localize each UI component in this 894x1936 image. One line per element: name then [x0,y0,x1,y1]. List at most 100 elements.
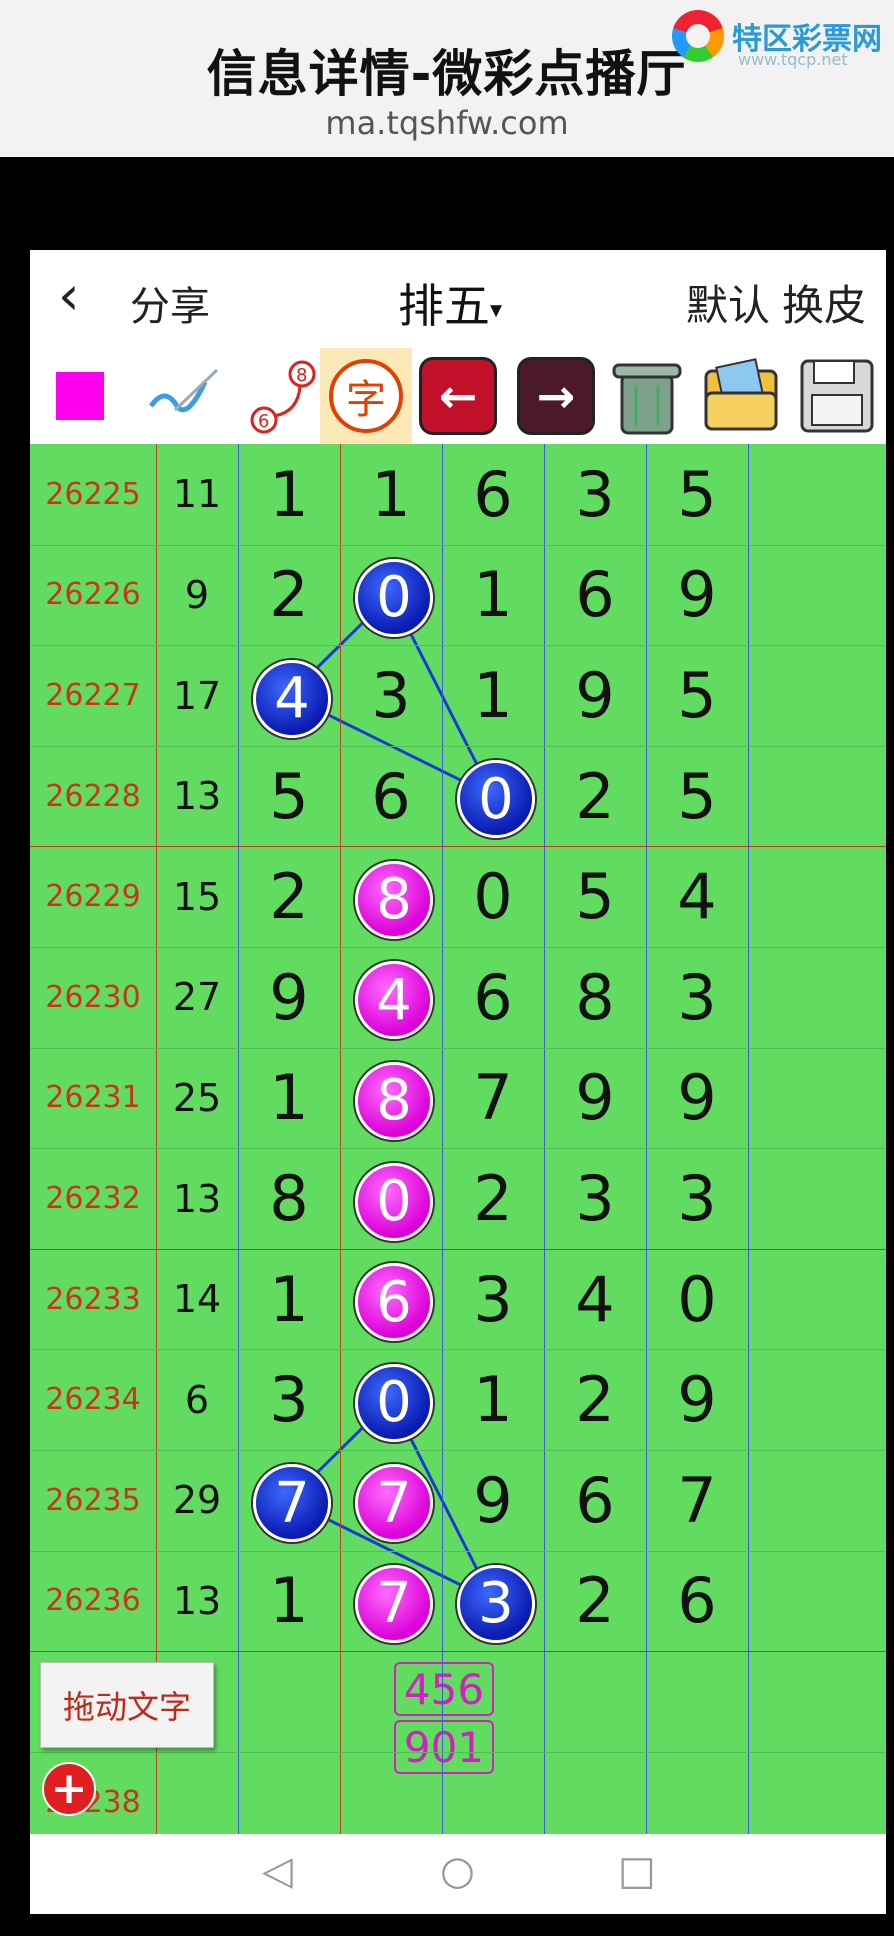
sum-value: 17 [172,673,222,718]
draw-digit[interactable]: 2 [443,1159,543,1239]
photo-folder-icon [704,358,778,431]
grid-row-divider [30,1551,886,1552]
sum-value: 14 [172,1277,222,1322]
highlighted-digit-ball[interactable]: 7 [355,1564,433,1643]
sum-value: 11 [172,472,222,517]
gallery-tool[interactable] [698,354,782,438]
draw-digit[interactable]: 2 [239,857,339,937]
issue-number: 26233 [45,1281,141,1317]
draw-digit[interactable]: 9 [647,555,747,635]
draw-digit[interactable]: 1 [443,1360,543,1440]
change-skin-button[interactable]: 换皮 [782,272,866,333]
draw-digit[interactable]: 5 [545,857,645,937]
pen-tool[interactable] [142,354,226,438]
draw-digit[interactable]: 9 [239,957,339,1037]
draw-digit[interactable]: 9 [443,1460,543,1540]
draw-digit[interactable]: 5 [647,454,747,534]
draw-digit[interactable]: 1 [239,1561,339,1641]
draw-digit[interactable]: 3 [239,1360,339,1440]
draw-digit[interactable]: 2 [545,1561,645,1641]
link-line-tool[interactable]: 68 [240,354,324,438]
highlighted-digit-ball[interactable]: 4 [355,961,433,1040]
draw-digit[interactable]: 0 [647,1259,747,1339]
delete-tool[interactable] [604,354,688,438]
magenta-swatch-icon [56,372,104,420]
add-icon[interactable]: + [42,1762,96,1816]
sum-value: 13 [172,1176,222,1221]
draw-digit[interactable]: 5 [647,756,747,836]
redo-tool[interactable]: → [514,354,598,438]
magenta-color-tool[interactable] [38,354,122,438]
brand-logo: 特区彩票网 www.tqcp.net [672,10,882,70]
draw-digit[interactable]: 4 [545,1259,645,1339]
sum-value: 9 [184,572,210,617]
prediction-box[interactable]: 901 [394,1720,494,1774]
highlighted-digit-ball[interactable]: 3 [457,1564,535,1643]
grid-row-divider [30,746,886,747]
draw-digit[interactable]: 8 [239,1159,339,1239]
draw-digit[interactable]: 3 [341,656,441,736]
draw-digit[interactable]: 6 [545,555,645,635]
draw-digit[interactable]: 1 [239,1058,339,1138]
draw-digit[interactable]: 9 [647,1058,747,1138]
grid-row-divider [30,1148,886,1149]
highlighted-digit-ball[interactable]: 0 [355,1363,433,1442]
pen-icon [148,368,219,413]
draw-digit[interactable]: 1 [239,1259,339,1339]
system-home-icon[interactable]: ○ [440,1848,475,1894]
default-button[interactable]: 默认 [686,272,770,333]
draw-digit[interactable]: 3 [647,1159,747,1239]
system-recent-icon[interactable]: □ [618,1848,656,1894]
trend-chart-grid[interactable]: 456 901 ↑↓ 26225111163526226920169262271… [30,444,886,1834]
grid-row-divider [30,1249,886,1250]
draw-digit[interactable]: 6 [341,756,441,836]
highlighted-digit-ball[interactable]: 6 [355,1263,433,1342]
draw-digit[interactable]: 6 [443,454,543,534]
highlighted-digit-ball[interactable]: 0 [457,760,535,839]
draw-digit[interactable]: 6 [443,957,543,1037]
undo-tool[interactable]: ← [416,354,500,438]
highlighted-digit-ball[interactable]: 8 [355,860,433,939]
draw-digit[interactable]: 6 [647,1561,747,1641]
draw-digit[interactable]: 1 [239,454,339,534]
system-back-icon[interactable]: ◁ [262,1848,293,1894]
draw-digit[interactable]: 4 [647,857,747,937]
svg-text:6: 6 [258,411,269,432]
draw-digit[interactable]: 3 [545,1159,645,1239]
back-icon[interactable]: ‹ [58,264,80,327]
highlighted-digit-ball[interactable]: 4 [253,659,331,738]
grid-row-divider [30,1752,886,1753]
draw-digit[interactable]: 3 [443,1259,543,1339]
draw-digit[interactable]: 5 [239,756,339,836]
highlighted-digit-ball[interactable]: 8 [355,1061,433,1140]
share-button[interactable]: 分享 [130,274,210,332]
lottery-type-dropdown[interactable]: 排五▾ [398,270,502,336]
draw-digit[interactable]: 2 [239,555,339,635]
draw-digit[interactable]: 9 [647,1360,747,1440]
draw-digit[interactable]: 9 [545,1058,645,1138]
draw-digit[interactable]: 6 [545,1460,645,1540]
draw-digit[interactable]: 5 [647,656,747,736]
highlighted-digit-ball[interactable]: 0 [355,1162,433,1241]
highlighted-digit-ball[interactable]: 0 [355,558,433,637]
draw-digit[interactable]: 7 [443,1058,543,1138]
draw-digit[interactable]: 3 [545,454,645,534]
grid-column-divider [442,444,443,1834]
draw-digit[interactable]: 8 [545,957,645,1037]
draw-digit[interactable]: 2 [545,756,645,836]
draw-digit[interactable]: 2 [545,1360,645,1440]
highlighted-digit-ball[interactable]: 7 [253,1464,331,1543]
highlighted-digit-ball[interactable]: 7 [355,1464,433,1543]
text-tool[interactable]: 字 [320,348,412,444]
draw-digit[interactable]: 1 [341,454,441,534]
draw-digit[interactable]: 1 [443,555,543,635]
save-tool[interactable] [794,354,878,438]
draw-digit[interactable]: 0 [443,857,543,937]
draw-digit[interactable]: 1 [443,656,543,736]
drag-text-button[interactable]: 拖动文字 [40,1662,214,1748]
draw-digit[interactable]: 7 [647,1460,747,1540]
draw-digit[interactable]: 9 [545,656,645,736]
draw-digit[interactable]: 3 [647,957,747,1037]
sum-value: 6 [184,1377,210,1422]
prediction-box[interactable]: 456 [394,1662,494,1716]
